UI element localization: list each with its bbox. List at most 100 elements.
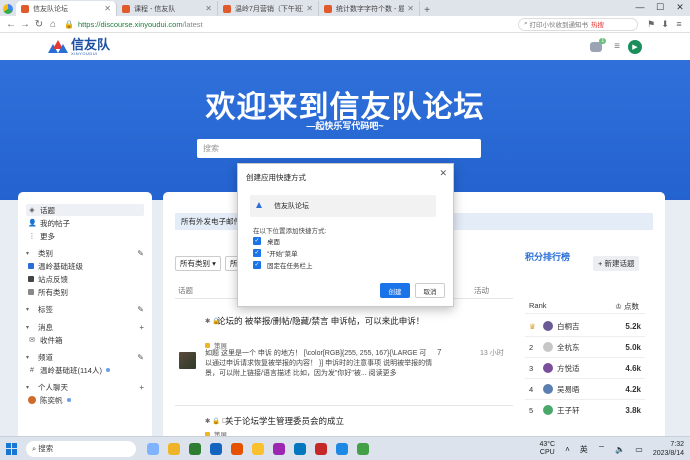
browser-tab[interactable]: 信友队论坛 ✕ [16, 1, 117, 16]
topic-title[interactable]: 关于论坛学生管理委员会的成立 [205, 416, 433, 427]
sidebar-section-header[interactable]: ▾ 标签 ✎ [26, 303, 144, 316]
taskbar-app-icon[interactable] [291, 441, 309, 457]
browser-tab[interactable]: 统计数字字符个数 - 题目详情✕ [319, 1, 420, 16]
section-action-icon[interactable]: + [139, 323, 144, 332]
desktop-checkbox[interactable]: ✓ 桌面 [253, 236, 280, 246]
taskbar-app-icon[interactable] [354, 441, 372, 457]
sidebar-section-header[interactable]: ▾ 个人聊天 + [26, 381, 144, 394]
sidebar-item[interactable]: 👤 我的帖子 [26, 217, 144, 229]
sidebar-item[interactable]: 温岭基础班级 [26, 260, 144, 272]
back-icon[interactable]: ← [4, 19, 18, 30]
topic-title[interactable]: 论坛的 被举报/删帖/隐藏/禁言 申诉帖，可以来此申诉！ [205, 316, 433, 327]
leaderboard-score: 5.2k [625, 321, 641, 331]
app-name-field[interactable]: 信友队论坛 [250, 195, 436, 217]
taskbar-app-icon[interactable] [249, 441, 267, 457]
sidebar-item[interactable]: ⋮ 更多 [26, 230, 144, 242]
taskbar-search[interactable]: ⌕ 搜索 [26, 440, 136, 457]
close-icon[interactable]: ✕ [439, 168, 447, 179]
browser-tab[interactable]: 温岭7月营销（下午班）- 讲✕ [218, 1, 319, 16]
column-topic[interactable]: 话题 [178, 285, 193, 296]
browser-menu-icon[interactable]: ≡ [672, 19, 686, 30]
sidebar-item[interactable]: 站点反馈 [26, 273, 144, 285]
user-icon: 👤 [28, 220, 37, 227]
sidebar-item[interactable]: ✉ 收件箱 [26, 334, 144, 346]
taskbar-app-icon[interactable] [228, 441, 246, 457]
browser-tab[interactable]: 课程 - 信友队 ✕ [117, 1, 218, 16]
tab-close-icon[interactable]: ✕ [205, 4, 212, 13]
section-action-icon[interactable]: + [139, 383, 144, 392]
start-menu-checkbox[interactable]: ✓ "开始"菜单 [253, 248, 298, 258]
leaderboard-row[interactable]: ♛ 白桐吉 5.2k [529, 316, 641, 336]
url-field[interactable]: 🔒 https://discourse.xinyoudui.com/latest [64, 18, 484, 31]
windows-start-icon[interactable] [6, 442, 18, 455]
new-topic-button[interactable]: + 新建话题 [593, 256, 640, 271]
leaderboard-row[interactable]: 3 方悦适 4.6k [529, 358, 641, 378]
tab-favicon-icon [21, 4, 29, 13]
leaderboard-row[interactable]: 4 吴易晤 4.2k [529, 379, 641, 399]
sidebar-section-header[interactable]: ▾ 频道 ✎ [26, 351, 144, 364]
section-action-icon[interactable]: ✎ [137, 305, 144, 314]
cancel-button[interactable]: 取消 [415, 283, 445, 298]
sidebar-section-header[interactable]: ▾ 类别 ✎ [26, 247, 144, 260]
close-window-icon[interactable]: ✕ [670, 0, 690, 16]
clock-date: 2023/8/14 [652, 450, 684, 457]
user-avatar[interactable]: ▶ [628, 39, 642, 54]
create-button[interactable]: 创建 [380, 283, 410, 298]
battery-icon[interactable]: ▭ [635, 445, 643, 454]
new-tab-button[interactable]: + [420, 5, 434, 16]
pin-taskbar-checkbox[interactable]: ✓ 固定在任务栏上 [253, 260, 313, 270]
section-action-icon[interactable]: ✎ [137, 353, 144, 362]
site-logo-icon[interactable] [48, 39, 68, 54]
leaderboard-row[interactable]: 2 全杭东 5.0k [529, 337, 641, 357]
extension-icon[interactable]: ⚑ [644, 19, 658, 30]
taskbar-app-icon[interactable] [207, 441, 225, 457]
clock[interactable]: 7:32 2023/8/14 [653, 440, 684, 458]
taskbar-app-icon[interactable] [144, 441, 162, 457]
reload-icon[interactable]: ↻ [32, 19, 46, 30]
pin-taskbar-checkbox-label: 固定在任务栏上 [267, 262, 313, 270]
address-bar: ← → ↻ ⌂ 🔒 https://discourse.xinyoudui.co… [0, 16, 690, 33]
url-path: /latest [182, 19, 203, 29]
crown-icon: ♛ [529, 321, 536, 331]
minimize-icon[interactable]: — [630, 0, 650, 16]
divider [525, 313, 645, 314]
forum-search-input[interactable]: 搜索 [197, 139, 481, 158]
ime-indicator[interactable]: 英 [580, 444, 588, 455]
category-filter[interactable]: 所有类别 ▾ [175, 256, 221, 271]
taskbar-app-icon[interactable] [270, 441, 288, 457]
download-icon[interactable]: ⬇ [658, 19, 672, 30]
tab-close-icon[interactable]: ✕ [306, 4, 313, 13]
cpu-temp-widget[interactable]: 43°C CPU [539, 441, 555, 457]
topic-row[interactable]: ✱ 🔒 论坛的 被举报/删帖/隐藏/禁言 申诉帖，可以来此申诉！ 策展 如题 这… [175, 316, 513, 396]
tray-chevron-icon[interactable]: ˄ [565, 445, 570, 454]
tab-close-icon[interactable]: ✕ [104, 4, 111, 13]
taskbar-app-icon[interactable] [333, 441, 351, 457]
taskbar-app-icon[interactable] [312, 441, 330, 457]
volume-icon[interactable]: 🔈 [615, 445, 625, 454]
chat-icon[interactable]: 1 [590, 37, 607, 52]
sidebar-item[interactable]: # 温岭基础班(114人) [26, 364, 144, 376]
home-icon[interactable]: ⌂ [46, 19, 60, 30]
browser-search-box[interactable]: ⌕ 打印小伙收到通知书 热搜 [518, 17, 638, 31]
start-menu-checkbox-label: "开始"菜单 [267, 250, 298, 258]
network-icon[interactable]: ⌔ [598, 444, 606, 454]
tab-close-icon[interactable]: ✕ [407, 4, 414, 13]
leaderboard-title: 积分排行榜 [525, 252, 571, 262]
sidebar-section-header[interactable]: ▾ 消息 + [26, 321, 144, 334]
forward-icon[interactable]: → [18, 19, 32, 30]
sidebar-item[interactable]: 所有类别 [26, 286, 144, 298]
site-header: 信友队 XINYOUDUI 1 ≡ ▶ [0, 33, 690, 60]
leaderboard-name: 吴易晤 [557, 384, 580, 394]
leaderboard-row[interactable]: 5 王子轩 3.8k [529, 400, 641, 420]
topic-activity[interactable]: 13 小时 [480, 348, 504, 358]
taskbar-app-icon[interactable] [165, 441, 183, 457]
site-logo[interactable]: 信友队 XINYOUDUI [71, 38, 110, 56]
sidebar-item[interactable]: 陈奕帆 [26, 394, 144, 406]
column-activity[interactable]: 活动 [474, 285, 489, 296]
sidebar-item[interactable]: ◈ 话题 [26, 204, 144, 216]
maximize-icon[interactable]: ☐ [650, 0, 670, 16]
taskbar-app-icon[interactable] [186, 441, 204, 457]
hamburger-menu-icon[interactable]: ≡ [614, 41, 620, 52]
app-name-value: 信友队论坛 [274, 203, 309, 210]
section-action-icon[interactable]: ✎ [137, 249, 144, 258]
